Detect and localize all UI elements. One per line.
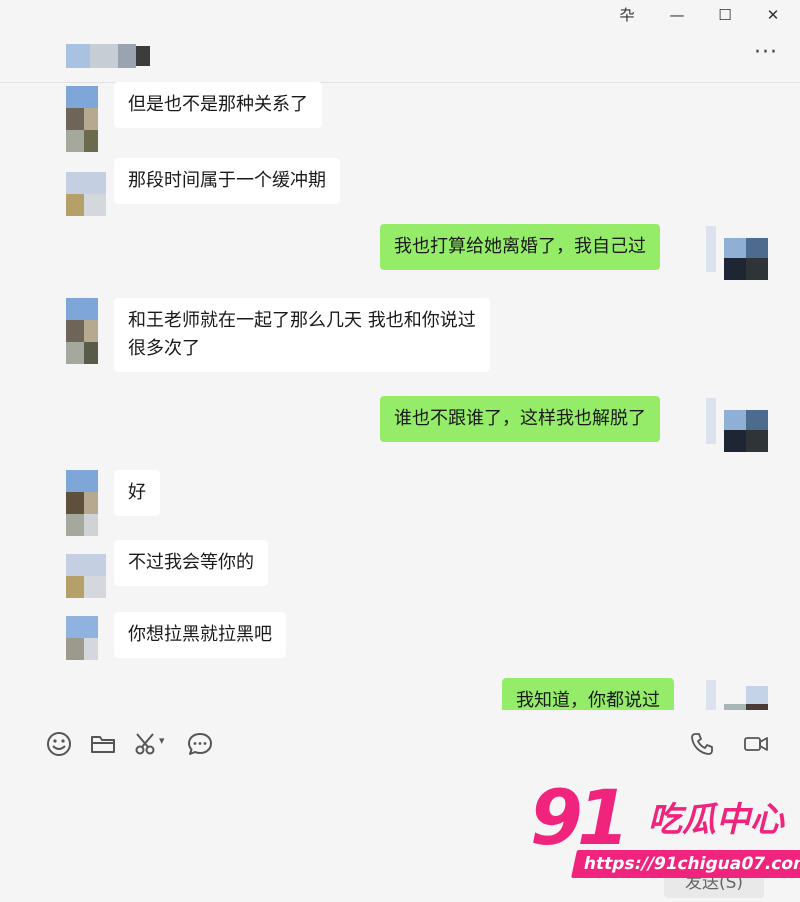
message-bubble[interactable]: 好	[114, 470, 160, 516]
message-bubble[interactable]: 谁也不跟谁了，这样我也解脱了	[380, 396, 660, 442]
folder-icon[interactable]	[89, 730, 117, 758]
own-avatar[interactable]	[706, 398, 768, 452]
message-line: 和王老师就在一起了那么几天 我也和你说过	[128, 310, 476, 331]
site-watermark: 91 吃瓜中心 https://91chigua07.com	[530, 778, 800, 888]
own-avatar[interactable]	[706, 226, 768, 280]
message-row: 和王老师就在一起了那么几天 我也和你说过 很多次了	[0, 298, 800, 388]
contact-name-blurred[interactable]	[66, 44, 156, 68]
phone-icon[interactable]	[688, 730, 716, 758]
pin-icon[interactable]: 卆	[616, 4, 638, 26]
title-bar: 卆 — ☐ ✕	[0, 0, 800, 30]
message-bubble[interactable]: 和王老师就在一起了那么几天 我也和你说过 很多次了	[114, 298, 490, 372]
message-row: 我也打算给她离婚了，我自己过	[0, 224, 800, 288]
watermark-brand-text: 吃瓜中心	[648, 800, 784, 840]
message-row: 我知道，你都说过	[0, 678, 800, 710]
message-row: 不过我会等你的	[0, 540, 800, 606]
own-avatar[interactable]	[706, 680, 768, 710]
message-row: 那段时间属于一个缓冲期	[0, 158, 800, 224]
contact-avatar[interactable]	[66, 172, 106, 216]
contact-avatar[interactable]	[66, 554, 106, 598]
message-row: 但是也不是那种关系了	[0, 82, 800, 158]
message-bubble[interactable]: 你想拉黑就拉黑吧	[114, 612, 286, 658]
video-call-icon[interactable]	[742, 730, 770, 758]
message-bubble[interactable]: 我知道，你都说过	[502, 678, 674, 710]
message-list[interactable]: 但是也不是那种关系了 那段时间属于一个缓冲期 我也打算给她离婚了，我自己过 和王…	[0, 82, 800, 710]
input-toolbar: ▾	[0, 722, 800, 762]
maximize-button[interactable]: ☐	[714, 4, 736, 26]
message-bubble[interactable]: 我也打算给她离婚了，我自己过	[380, 224, 660, 270]
emoji-icon[interactable]	[45, 730, 73, 758]
more-options-button[interactable]: ···	[754, 42, 778, 64]
message-bubble[interactable]: 那段时间属于一个缓冲期	[114, 158, 340, 204]
scissors-icon[interactable]: ▾	[133, 730, 171, 758]
message-line: 很多次了	[128, 338, 200, 359]
contact-avatar[interactable]	[66, 86, 102, 152]
contact-avatar[interactable]	[66, 470, 102, 536]
watermark-number: 91	[530, 773, 630, 862]
close-button[interactable]: ✕	[762, 4, 784, 26]
watermark-url: https://91chigua07.com	[571, 850, 800, 878]
contact-avatar[interactable]	[66, 616, 102, 660]
message-row: 好	[0, 470, 800, 540]
chat-header: ···	[0, 30, 800, 83]
chat-window: 卆 — ☐ ✕ ··· 但是也不是那种关系了 那段时间属于一个缓冲期 我也打算给…	[0, 0, 800, 902]
chevron-down-icon[interactable]: ▾	[159, 734, 165, 747]
message-row: 你想拉黑就拉黑吧	[0, 612, 800, 678]
contact-avatar[interactable]	[66, 298, 102, 364]
message-row: 谁也不跟谁了，这样我也解脱了	[0, 396, 800, 460]
message-bubble[interactable]: 但是也不是那种关系了	[114, 82, 322, 128]
chat-history-icon[interactable]	[186, 730, 214, 758]
minimize-button[interactable]: —	[666, 4, 688, 26]
message-bubble[interactable]: 不过我会等你的	[114, 540, 268, 586]
